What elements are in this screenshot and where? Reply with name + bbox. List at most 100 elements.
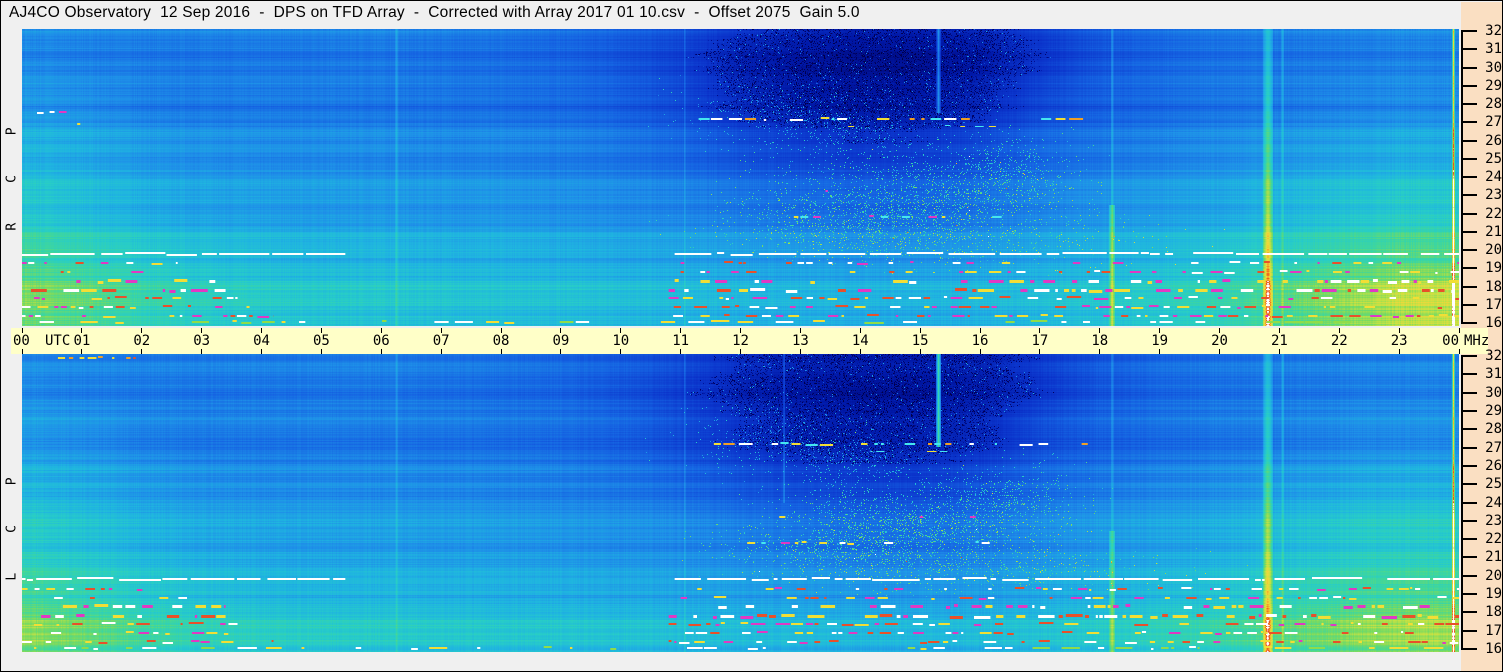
hour-label: 15 (911, 333, 929, 349)
hour-label: 03 (193, 333, 211, 349)
hour-tick (201, 349, 203, 354)
freq-tick (1461, 611, 1477, 614)
freq-tick (1461, 428, 1477, 431)
hour-label: 10 (612, 333, 630, 349)
hour-tick (1039, 349, 1041, 354)
spectrograph-window: AJ4CO Observatory 12 Sep 2016 - DPS on T… (0, 0, 1503, 672)
freq-tick (1461, 391, 1477, 394)
freq-tick (1461, 48, 1477, 51)
hour-tick (859, 349, 861, 354)
freq-tick (1461, 629, 1477, 632)
freq-tick (1461, 103, 1477, 105)
freq-tick (1461, 464, 1477, 467)
freq-label: 27 (1485, 114, 1502, 131)
hour-tick (500, 349, 502, 354)
freq-label: 28 (1485, 96, 1502, 112)
freq-label: 17 (1485, 296, 1502, 313)
freq-tick (1461, 501, 1477, 504)
freq-label: 25 (1485, 150, 1502, 167)
hour-label: 02 (133, 333, 151, 349)
freq-label: 18 (1485, 604, 1502, 621)
hour-tick (1159, 349, 1161, 354)
freq-label: 20 (1485, 242, 1502, 258)
hour-label: 05 (312, 333, 330, 349)
freq-tick (1461, 373, 1477, 376)
freq-tick (1461, 139, 1477, 142)
hour-label: 14 (851, 333, 869, 349)
freq-label: 31 (1485, 366, 1502, 383)
hour-tick (1398, 349, 1400, 354)
freq-tick (1461, 303, 1477, 306)
hour-tick (620, 349, 622, 354)
freq-label: 25 (1485, 476, 1502, 493)
freq-label: 20 (1485, 567, 1502, 584)
hour-tick (799, 349, 801, 354)
freq-tick (1461, 446, 1477, 449)
freq-tick (1461, 574, 1477, 577)
freq-tick (1461, 556, 1477, 559)
freq-label: 18 (1485, 278, 1502, 295)
freq-label: 17 (1485, 622, 1502, 639)
mhz-unit-label: MHz (1464, 333, 1490, 349)
hour-label: 00 (13, 333, 30, 349)
freq-tick (1461, 212, 1477, 215)
hour-tick (740, 349, 741, 354)
hour-tick (560, 349, 562, 354)
hour-tick (141, 349, 143, 354)
freq-tick (1461, 538, 1477, 541)
hour-label: 13 (791, 333, 809, 349)
hour-tick (680, 349, 682, 354)
freq-tick (1461, 648, 1477, 650)
hour-tick (1099, 349, 1101, 354)
freq-tick (1461, 30, 1477, 32)
freq-tick (1461, 285, 1477, 288)
freq-label: 22 (1485, 205, 1502, 222)
freq-label: 19 (1485, 586, 1502, 603)
freq-tick (1461, 409, 1477, 412)
hour-label: 12 (732, 333, 749, 349)
freq-label: 16 (1485, 315, 1502, 331)
page-title: AJ4CO Observatory 12 Sep 2016 - DPS on T… (9, 4, 860, 21)
freq-label: 26 (1485, 457, 1502, 474)
hour-tick (979, 349, 981, 354)
hour-label: 22 (1330, 333, 1348, 349)
hour-tick (1278, 349, 1280, 354)
lcp-panel-label: L C P (4, 461, 20, 581)
freq-label: 30 (1485, 384, 1502, 401)
freq-label: 21 (1485, 223, 1502, 240)
hour-tick (21, 349, 23, 354)
hour-tick (261, 349, 262, 354)
hour-label: 17 (1031, 333, 1049, 349)
freq-tick (1461, 267, 1477, 270)
hour-label: 18 (1091, 333, 1109, 349)
freq-label: 29 (1485, 77, 1502, 94)
freq-tick (1461, 230, 1477, 233)
freq-tick (1461, 121, 1477, 124)
freq-tick (1461, 519, 1477, 522)
freq-label: 32 (1485, 23, 1502, 39)
freq-tick (1461, 66, 1477, 69)
freq-label: 29 (1485, 402, 1502, 419)
hour-label: 16 (971, 333, 989, 349)
hour-label: 04 (253, 333, 270, 349)
freq-tick (1461, 176, 1477, 178)
freq-label: 27 (1485, 439, 1502, 456)
hour-label: 08 (492, 333, 510, 349)
freq-tick (1461, 355, 1477, 357)
lcp-spectrogram (22, 354, 1459, 652)
hour-tick (380, 349, 382, 354)
freq-label: 16 (1485, 641, 1502, 657)
hour-tick (81, 349, 83, 354)
freq-label: 24 (1485, 494, 1502, 511)
utc-unit-label: UTC (45, 333, 71, 349)
hour-tick (1458, 349, 1460, 354)
freq-tick (1461, 84, 1477, 87)
freq-tick (1461, 322, 1477, 324)
freq-label: 19 (1485, 260, 1502, 277)
hour-label: 00 (1442, 333, 1459, 349)
hour-label: 07 (432, 333, 450, 349)
hour-label: 23 (1390, 333, 1408, 349)
freq-label: 23 (1485, 187, 1502, 204)
freq-label: 22 (1485, 531, 1502, 548)
freq-label: 28 (1485, 421, 1502, 438)
